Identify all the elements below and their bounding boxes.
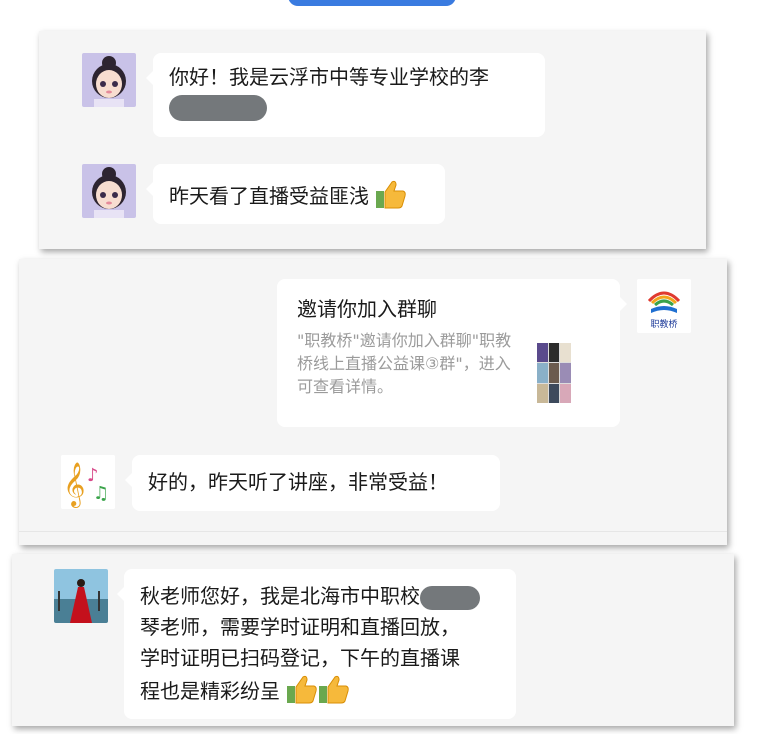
thumbs-up-icon bbox=[287, 675, 318, 704]
divider-line bbox=[19, 531, 727, 532]
chat-screenshot-1: 你好！我是云浮市中等专业学校的李 昨天看了直播受益匪浅 bbox=[39, 31, 706, 249]
music-notes-icon: 𝄞 ♪ ♫ bbox=[61, 455, 115, 509]
cartoon-girl-avatar-icon bbox=[82, 164, 136, 218]
message-text-line2: 琴老师，需要学时证明和直播回放， bbox=[140, 615, 460, 639]
svg-text:𝄞: 𝄞 bbox=[63, 462, 85, 508]
invite-description: "职教桥"邀请你加入群聊"职教桥线上直播公益课③群"，进入可查看详情。 bbox=[297, 331, 512, 396]
redaction-mark bbox=[420, 585, 480, 610]
redaction-mark bbox=[169, 94, 267, 121]
chat-screenshot-3: 秋老师您好，我是北海市中职校 琴老师，需要学时证明和直播回放， 学时证明已扫码登… bbox=[12, 554, 734, 726]
message-bubble[interactable]: 好的，昨天听了讲座，非常受益！ bbox=[125, 455, 500, 511]
message-text-line1: 秋老师您好，我是北海市中职校 bbox=[140, 584, 420, 608]
message-bubble[interactable]: 昨天看了直播受益匪浅 bbox=[146, 164, 445, 224]
avatar-cartoon-girl[interactable] bbox=[82, 53, 136, 107]
logo-text: 职教桥 bbox=[650, 320, 678, 330]
thumbs-up-icon bbox=[319, 675, 350, 704]
message-text: 昨天看了直播受益匪浅 bbox=[169, 184, 369, 208]
message-text: 好的，昨天听了讲座，非常受益！ bbox=[148, 470, 448, 494]
red-dress-photo-icon bbox=[54, 569, 108, 623]
svg-text:♫: ♫ bbox=[93, 483, 109, 504]
avatar-music-notes[interactable]: 𝄞 ♪ ♫ bbox=[61, 455, 115, 509]
avatar-zhijiaoqiao-logo[interactable]: 职教桥 bbox=[637, 279, 691, 333]
invite-title: 邀请你加入群聊 bbox=[297, 297, 437, 321]
message-bubble[interactable]: 秋老师您好，我是北海市中职校 琴老师，需要学时证明和直播回放， 学时证明已扫码登… bbox=[117, 569, 516, 719]
top-tab bbox=[288, 0, 456, 6]
cartoon-girl-avatar-icon bbox=[82, 53, 136, 107]
avatar-photo-red-dress[interactable] bbox=[54, 569, 108, 623]
avatar-cartoon-girl[interactable] bbox=[82, 164, 136, 218]
thumbs-up-icon bbox=[376, 180, 407, 209]
message-text-line4: 程也是精彩纷呈 bbox=[140, 679, 280, 703]
chat-screenshot-2: 邀请你加入群聊 "职教桥"邀请你加入群聊"职教桥线上直播公益课③群"，进入可查看… bbox=[19, 259, 727, 545]
group-invite-card[interactable]: 邀请你加入群聊 "职教桥"邀请你加入群聊"职教桥线上直播公益课③群"，进入可查看… bbox=[277, 279, 627, 427]
group-avatar-grid bbox=[537, 343, 571, 403]
message-text-line3: 学时证明已扫码登记，下午的直播课 bbox=[140, 646, 460, 670]
message-bubble[interactable]: 你好！我是云浮市中等专业学校的李 bbox=[146, 53, 545, 137]
message-text: 你好！我是云浮市中等专业学校的李 bbox=[169, 65, 489, 89]
